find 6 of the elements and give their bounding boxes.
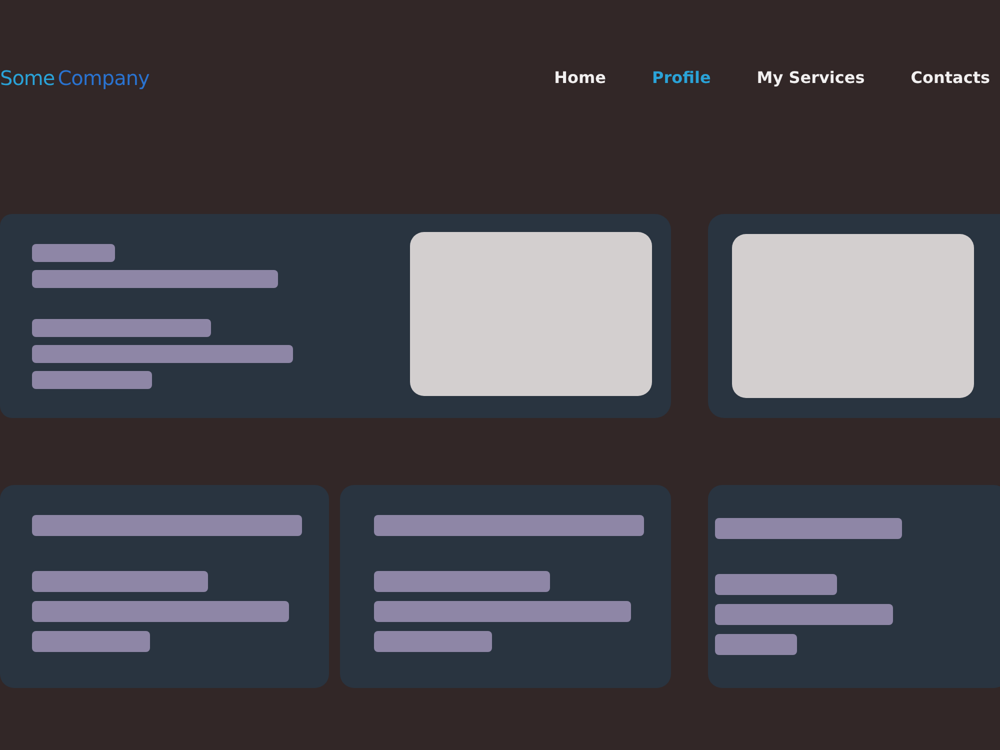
- nav-link[interactable]: Home: [554, 66, 606, 90]
- nav-link[interactable]: Contacts: [910, 66, 990, 90]
- logo-text: Company: [58, 65, 150, 92]
- logo-text: Some: [0, 65, 55, 92]
- nav-link[interactable]: Profile: [652, 66, 711, 90]
- nav-link[interactable]: My Services: [756, 66, 865, 90]
